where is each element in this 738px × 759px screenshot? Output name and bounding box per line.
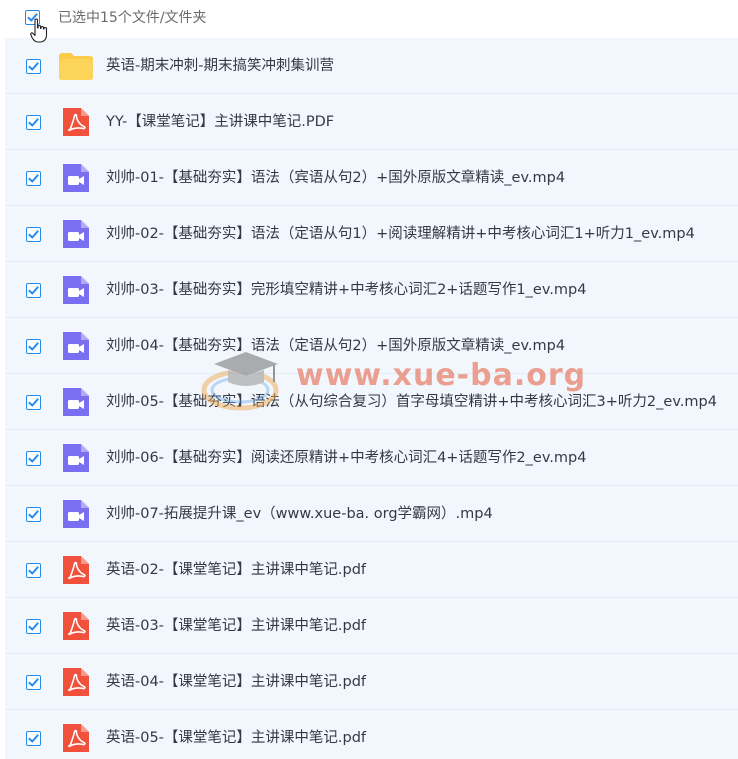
file-row[interactable]: 英语-期末冲刺-期末搞笑冲刺集训营 bbox=[5, 38, 738, 94]
file-row[interactable]: 英语-03-【课堂笔记】主讲课中笔记.pdf bbox=[5, 598, 738, 654]
file-manager: 已选中15个文件/文件夹 英语-期末冲刺-期末搞笑冲刺集训营 YY-【课堂笔记】主… bbox=[0, 0, 738, 759]
checkmark-icon bbox=[28, 734, 39, 743]
checkmark-icon bbox=[28, 62, 39, 71]
row-checkbox[interactable] bbox=[26, 619, 41, 634]
file-name[interactable]: 英语-05-【课堂笔记】主讲课中笔记.pdf bbox=[106, 728, 366, 748]
file-row[interactable]: 刘帅-06-【基础夯实】阅读还原精讲+中考核心词汇4+话题写作2_ev.mp4 bbox=[5, 430, 738, 486]
file-name[interactable]: 刘帅-03-【基础夯实】完形填空精讲+中考核心词汇2+话题写作1_ev.mp4 bbox=[106, 280, 586, 300]
checkmark-icon bbox=[28, 118, 39, 127]
row-checkbox[interactable] bbox=[26, 395, 41, 410]
file-row[interactable]: 刘帅-05-【基础夯实】语法（从句综合复习）首字母填空精讲+中考核心词汇3+听力… bbox=[5, 374, 738, 430]
file-name[interactable]: 刘帅-06-【基础夯实】阅读还原精讲+中考核心词汇4+话题写作2_ev.mp4 bbox=[106, 448, 586, 468]
checkmark-icon bbox=[28, 230, 39, 239]
selection-count-text: 已选中15个文件/文件夹 bbox=[58, 10, 207, 26]
row-checkbox[interactable] bbox=[26, 227, 41, 242]
row-checkbox[interactable] bbox=[26, 675, 41, 690]
checkmark-icon bbox=[28, 566, 39, 575]
row-checkbox[interactable] bbox=[26, 339, 41, 354]
file-row[interactable]: 刘帅-04-【基础夯实】语法（定语从句2）+国外原版文章精读_ev.mp4 bbox=[5, 318, 738, 374]
file-row[interactable]: 刘帅-07-拓展提升课_ev（www.xue-ba. org学霸网）.mp4 bbox=[5, 486, 738, 542]
selection-header: 已选中15个文件/文件夹 bbox=[0, 0, 738, 38]
file-name[interactable]: 英语-期末冲刺-期末搞笑冲刺集训营 bbox=[106, 56, 334, 76]
row-checkbox[interactable] bbox=[26, 507, 41, 522]
file-list: 英语-期末冲刺-期末搞笑冲刺集训营 YY-【课堂笔记】主讲课中笔记.PDF 刘帅-0… bbox=[5, 38, 738, 759]
checkmark-icon bbox=[28, 678, 39, 687]
row-checkbox[interactable] bbox=[26, 563, 41, 578]
file-row[interactable]: 刘帅-01-【基础夯实】语法（宾语从句2）+国外原版文章精读_ev.mp4 bbox=[5, 150, 738, 206]
row-checkbox[interactable] bbox=[26, 283, 41, 298]
checkmark-icon bbox=[28, 342, 39, 351]
row-checkbox[interactable] bbox=[26, 59, 41, 74]
hand-cursor-icon bbox=[30, 18, 48, 43]
file-row[interactable]: 刘帅-02-【基础夯实】语法（定语从句1）+阅读理解精讲+中考核心词汇1+听力1… bbox=[5, 206, 738, 262]
file-name[interactable]: 英语-04-【课堂笔记】主讲课中笔记.pdf bbox=[106, 672, 366, 692]
row-checkbox[interactable] bbox=[26, 731, 41, 746]
checkmark-icon bbox=[28, 454, 39, 463]
checkmark-icon bbox=[28, 398, 39, 407]
file-name[interactable]: 英语-03-【课堂笔记】主讲课中笔记.pdf bbox=[106, 616, 366, 636]
checkmark-icon bbox=[28, 286, 39, 295]
file-name[interactable]: 刘帅-05-【基础夯实】语法（从句综合复习）首字母填空精讲+中考核心词汇3+听力… bbox=[106, 392, 717, 412]
file-row[interactable]: 英语-05-【课堂笔记】主讲课中笔记.pdf bbox=[5, 710, 738, 759]
file-name[interactable]: YY-【课堂笔记】主讲课中笔记.PDF bbox=[106, 112, 334, 132]
file-name[interactable]: 刘帅-01-【基础夯实】语法（宾语从句2）+国外原版文章精读_ev.mp4 bbox=[106, 168, 565, 188]
file-name[interactable]: 刘帅-07-拓展提升课_ev（www.xue-ba. org学霸网）.mp4 bbox=[106, 504, 493, 524]
checkmark-icon bbox=[28, 510, 39, 519]
file-name[interactable]: 刘帅-04-【基础夯实】语法（定语从句2）+国外原版文章精读_ev.mp4 bbox=[106, 336, 565, 356]
checkmark-icon bbox=[28, 622, 39, 631]
file-name[interactable]: 英语-02-【课堂笔记】主讲课中笔记.pdf bbox=[106, 560, 366, 580]
file-row[interactable]: 英语-04-【课堂笔记】主讲课中笔记.pdf bbox=[5, 654, 738, 710]
row-checkbox[interactable] bbox=[26, 451, 41, 466]
file-row[interactable]: 英语-02-【课堂笔记】主讲课中笔记.pdf bbox=[5, 542, 738, 598]
checkmark-icon bbox=[28, 174, 39, 183]
row-checkbox[interactable] bbox=[26, 171, 41, 186]
file-row[interactable]: YY-【课堂笔记】主讲课中笔记.PDF bbox=[5, 94, 738, 150]
row-checkbox[interactable] bbox=[26, 115, 41, 130]
file-row[interactable]: 刘帅-03-【基础夯实】完形填空精讲+中考核心词汇2+话题写作1_ev.mp4 bbox=[5, 262, 738, 318]
file-name[interactable]: 刘帅-02-【基础夯实】语法（定语从句1）+阅读理解精讲+中考核心词汇1+听力1… bbox=[106, 224, 695, 244]
